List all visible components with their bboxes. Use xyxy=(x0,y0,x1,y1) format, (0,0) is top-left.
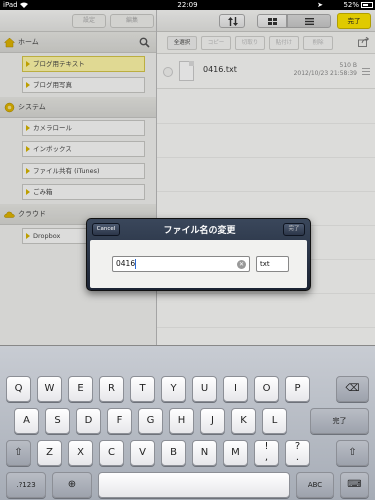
text-caret xyxy=(135,259,137,269)
battery-percent: 52% xyxy=(343,1,359,9)
extension-input[interactable]: txt xyxy=(256,256,289,272)
key-g[interactable]: G xyxy=(138,408,163,434)
key-l[interactable]: L xyxy=(262,408,287,434)
key-h[interactable]: H xyxy=(169,408,194,434)
space-key[interactable] xyxy=(98,472,290,498)
shift-key-left[interactable]: ⇧ xyxy=(6,440,31,466)
key-p[interactable]: P xyxy=(285,376,310,402)
dialog-body: 0416 ✕ txt xyxy=(90,240,307,288)
dialog-title: ファイル名の変更 xyxy=(163,226,236,236)
key-y[interactable]: Y xyxy=(161,376,186,402)
key-m[interactable]: M xyxy=(223,440,248,466)
key-i[interactable]: I xyxy=(223,376,248,402)
key-q[interactable]: Q xyxy=(6,376,31,402)
modal-overlay xyxy=(0,10,375,345)
key-primary: ! xyxy=(264,441,269,452)
key-w[interactable]: W xyxy=(37,376,62,402)
key-j[interactable]: J xyxy=(200,408,225,434)
key-primary: ? xyxy=(294,441,301,452)
numbers-key-left[interactable]: .?123 xyxy=(6,472,46,498)
key-z[interactable]: Z xyxy=(37,440,62,466)
delete-key[interactable]: ⌫ xyxy=(336,376,369,402)
keyboard-dismiss-key[interactable]: ⌨ xyxy=(340,472,369,498)
battery-icon xyxy=(361,2,373,8)
key-secondary: , xyxy=(264,452,269,463)
clear-icon[interactable]: ✕ xyxy=(237,260,246,269)
globe-key[interactable]: ⊕ xyxy=(52,472,92,498)
key-b[interactable]: B xyxy=(161,440,186,466)
location-icon: ➤ xyxy=(317,1,323,9)
key-n[interactable]: N xyxy=(192,440,217,466)
key-s[interactable]: S xyxy=(45,408,70,434)
rename-dialog: Cancel ファイル名の変更 完了 0416 ✕ txt xyxy=(86,218,311,291)
key-e[interactable]: E xyxy=(68,376,93,402)
key-exclaim[interactable]: !, xyxy=(254,440,279,466)
abc-key[interactable]: ABC xyxy=(296,472,334,498)
key-f[interactable]: F xyxy=(107,408,132,434)
key-x[interactable]: X xyxy=(68,440,93,466)
key-question[interactable]: ?. xyxy=(285,440,310,466)
key-r[interactable]: R xyxy=(99,376,124,402)
extension-value: txt xyxy=(260,260,270,268)
return-key[interactable]: 完了 xyxy=(310,408,369,434)
key-u[interactable]: U xyxy=(192,376,217,402)
dialog-done-button[interactable]: 完了 xyxy=(283,223,305,236)
key-o[interactable]: O xyxy=(254,376,279,402)
key-d[interactable]: D xyxy=(76,408,101,434)
keyboard: Q W E R T Y U I O P ⌫ A S D F G H J K L … xyxy=(0,345,375,500)
key-c[interactable]: C xyxy=(99,440,124,466)
key-k[interactable]: K xyxy=(231,408,256,434)
key-v[interactable]: V xyxy=(130,440,155,466)
filename-input[interactable]: 0416 ✕ xyxy=(112,256,250,272)
shift-key-right[interactable]: ⇧ xyxy=(336,440,369,466)
filename-value: 0416 xyxy=(116,259,136,268)
status-bar: iPad 22:09 ➤ 52% xyxy=(0,0,375,10)
key-t[interactable]: T xyxy=(130,376,155,402)
key-secondary: . xyxy=(295,452,300,463)
key-a[interactable]: A xyxy=(14,408,39,434)
